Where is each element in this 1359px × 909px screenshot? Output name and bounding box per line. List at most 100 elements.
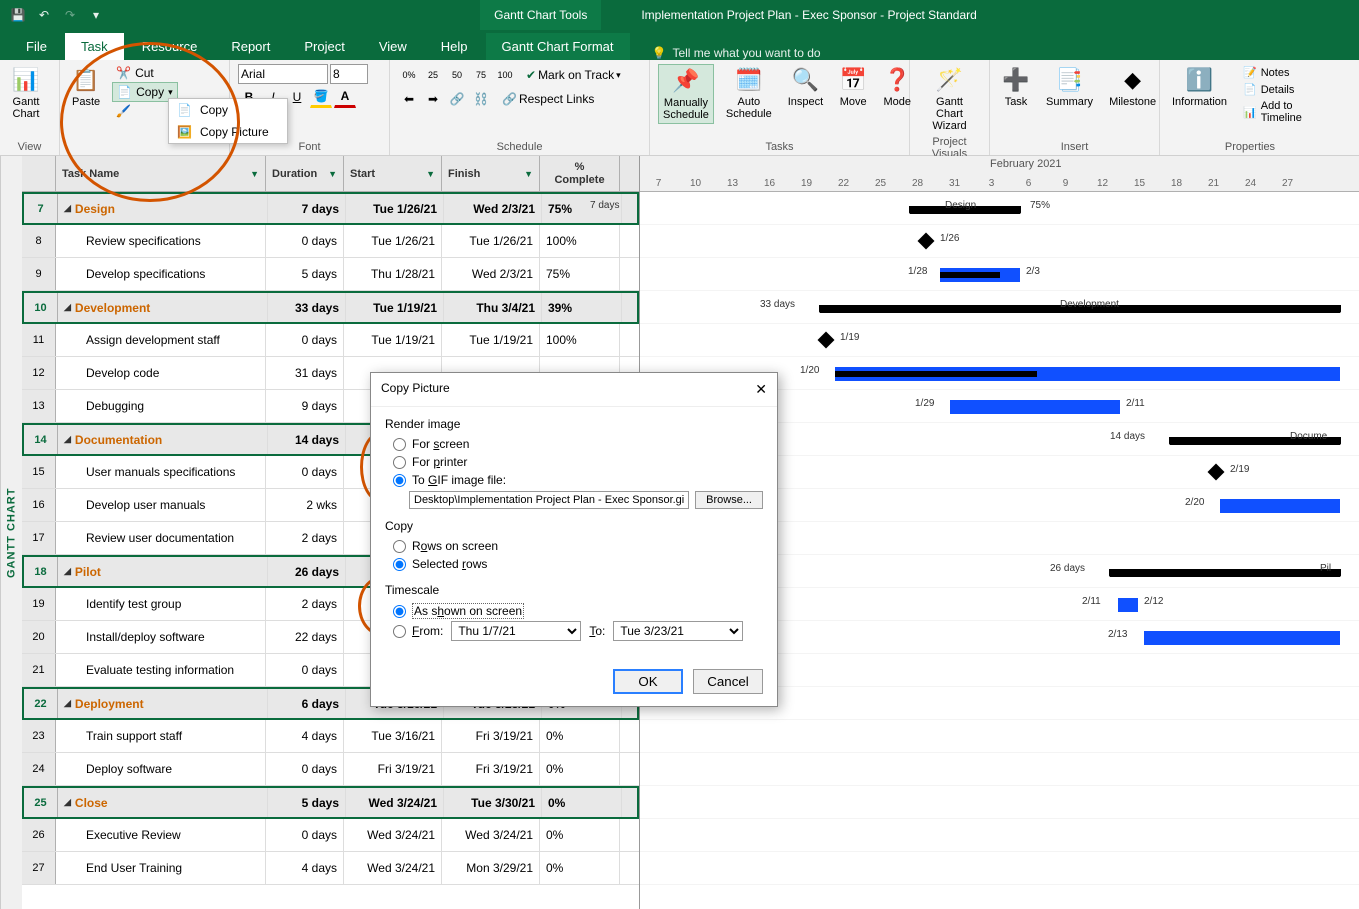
task-bar[interactable] bbox=[940, 268, 1020, 282]
tab-task[interactable]: Task bbox=[65, 33, 124, 60]
start-cell[interactable]: Wed 3/24/21 bbox=[344, 852, 442, 884]
finish-cell[interactable]: Thu 3/4/21 bbox=[444, 293, 542, 322]
row-id[interactable]: 26 bbox=[22, 819, 56, 851]
task-bar[interactable] bbox=[1220, 499, 1340, 513]
summary-bar[interactable] bbox=[1110, 569, 1340, 577]
task-bar[interactable] bbox=[1144, 631, 1340, 645]
browse-button[interactable]: Browse... bbox=[695, 491, 763, 509]
duration-cell[interactable]: 9 days bbox=[266, 390, 344, 422]
pct-cell[interactable]: 100% bbox=[540, 324, 620, 356]
start-cell[interactable]: Tue 1/19/21 bbox=[344, 324, 442, 356]
pct-cell[interactable]: 0% bbox=[540, 753, 620, 785]
details-button[interactable]: 📄Details bbox=[1239, 81, 1332, 98]
tab-help[interactable]: Help bbox=[425, 33, 484, 60]
gif-path-input[interactable] bbox=[409, 491, 689, 509]
finish-cell[interactable]: Mon 3/29/21 bbox=[442, 852, 540, 884]
task-name-cell[interactable]: Assign development staff bbox=[56, 324, 266, 356]
milestone-marker[interactable] bbox=[918, 233, 935, 250]
col-header-finish[interactable]: Finish▼ bbox=[442, 156, 540, 191]
add-to-timeline-button[interactable]: 📊Add to Timeline bbox=[1239, 98, 1332, 126]
radio-as-shown[interactable]: As shown on screen bbox=[385, 601, 763, 621]
row-id[interactable]: 17 bbox=[22, 522, 56, 554]
table-row[interactable]: 24Deploy software0 daysFri 3/19/21Fri 3/… bbox=[22, 753, 639, 786]
tab-file[interactable]: File bbox=[10, 33, 63, 60]
task-name-cell[interactable]: Review specifications bbox=[56, 225, 266, 257]
duration-cell[interactable]: 33 days bbox=[268, 293, 346, 322]
tab-gantt-chart-format[interactable]: Gantt Chart Format bbox=[486, 33, 630, 60]
ok-button[interactable]: OK bbox=[613, 669, 683, 694]
inspect-button[interactable]: 🔍Inspect bbox=[784, 64, 827, 110]
start-cell[interactable]: Thu 1/28/21 bbox=[344, 258, 442, 290]
row-id[interactable]: 25 bbox=[24, 788, 58, 817]
pct-75-button[interactable]: 75 bbox=[470, 64, 492, 86]
row-id[interactable]: 24 bbox=[22, 753, 56, 785]
insert-summary-button[interactable]: 📑Summary bbox=[1042, 64, 1097, 110]
radio-to-gif[interactable]: To GIF image file: bbox=[385, 471, 763, 489]
duration-cell[interactable]: 6 days bbox=[268, 689, 346, 718]
task-name-cell[interactable]: Develop specifications bbox=[56, 258, 266, 290]
start-cell[interactable]: Wed 3/24/21 bbox=[346, 788, 444, 817]
task-name-cell[interactable]: Install/deploy software bbox=[56, 621, 266, 653]
from-date-combo[interactable]: Thu 1/7/21 bbox=[451, 621, 581, 641]
task-name-cell[interactable]: ◢Design bbox=[58, 194, 268, 223]
table-row[interactable]: 25◢Close5 daysWed 3/24/21Tue 3/30/210% bbox=[22, 786, 639, 819]
task-name-cell[interactable]: Identify test group bbox=[56, 588, 266, 620]
finish-cell[interactable]: Tue 1/19/21 bbox=[442, 324, 540, 356]
col-header-duration[interactable]: Duration▼ bbox=[266, 156, 344, 191]
task-name-cell[interactable]: ◢Pilot bbox=[58, 557, 268, 586]
tab-view[interactable]: View bbox=[363, 33, 423, 60]
gantt-chart-button[interactable]: 📊Gantt Chart bbox=[8, 64, 44, 122]
unlink-button[interactable]: ⛓️ bbox=[470, 88, 492, 110]
start-cell[interactable]: Fri 3/19/21 bbox=[344, 753, 442, 785]
underline-button[interactable]: U bbox=[286, 86, 308, 108]
dialog-close-button[interactable]: ✕ bbox=[755, 381, 767, 398]
table-row[interactable]: 7◢Design7 daysTue 1/26/21Wed 2/3/2175% bbox=[22, 192, 639, 225]
row-id[interactable]: 16 bbox=[22, 489, 56, 521]
radio-from[interactable]: From: bbox=[393, 624, 443, 638]
task-bar[interactable] bbox=[835, 367, 1340, 381]
finish-cell[interactable]: Tue 3/30/21 bbox=[444, 788, 542, 817]
pct-25-button[interactable]: 25 bbox=[422, 64, 444, 86]
tell-me-search[interactable]: 💡 Tell me what you want to do bbox=[652, 46, 821, 60]
font-name-combo[interactable] bbox=[238, 64, 328, 84]
col-header-start[interactable]: Start▼ bbox=[344, 156, 442, 191]
duration-cell[interactable]: 4 days bbox=[266, 852, 344, 884]
col-header-pct[interactable]: %Complete bbox=[540, 156, 620, 191]
row-id[interactable]: 10 bbox=[24, 293, 58, 322]
finish-cell[interactable]: Wed 2/3/21 bbox=[444, 194, 542, 223]
finish-cell[interactable]: Tue 1/26/21 bbox=[442, 225, 540, 257]
collapse-icon[interactable]: ◢ bbox=[64, 434, 71, 445]
duration-cell[interactable]: 26 days bbox=[268, 557, 346, 586]
row-id[interactable]: 23 bbox=[22, 720, 56, 752]
milestone-marker[interactable] bbox=[1208, 464, 1225, 481]
undo-icon[interactable]: ↶ bbox=[34, 5, 54, 25]
duration-cell[interactable]: 0 days bbox=[266, 753, 344, 785]
row-id[interactable]: 8 bbox=[22, 225, 56, 257]
outdent-button[interactable]: ⬅ bbox=[398, 88, 420, 110]
collapse-icon[interactable]: ◢ bbox=[64, 566, 71, 577]
cancel-button[interactable]: Cancel bbox=[693, 669, 763, 694]
start-cell[interactable]: Tue 3/16/21 bbox=[344, 720, 442, 752]
radio-for-printer[interactable]: For printer bbox=[385, 453, 763, 471]
col-header-name[interactable]: Task Name▼ bbox=[56, 156, 266, 191]
milestone-marker[interactable] bbox=[818, 332, 835, 349]
col-header-id[interactable] bbox=[22, 156, 56, 191]
qat-customize-icon[interactable]: ▾ bbox=[86, 5, 106, 25]
move-button[interactable]: 📅Move bbox=[835, 64, 871, 110]
start-cell[interactable]: Wed 3/24/21 bbox=[344, 819, 442, 851]
task-name-cell[interactable]: Develop user manuals bbox=[56, 489, 266, 521]
notes-button[interactable]: 📝Notes bbox=[1239, 64, 1332, 81]
start-cell[interactable]: Tue 1/26/21 bbox=[344, 225, 442, 257]
table-row[interactable]: 27End User Training4 daysWed 3/24/21Mon … bbox=[22, 852, 639, 885]
collapse-icon[interactable]: ◢ bbox=[64, 698, 71, 709]
row-id[interactable]: 12 bbox=[22, 357, 56, 389]
finish-cell[interactable]: Fri 3/19/21 bbox=[442, 753, 540, 785]
task-name-cell[interactable]: Deploy software bbox=[56, 753, 266, 785]
task-name-cell[interactable]: Train support staff bbox=[56, 720, 266, 752]
gantt-wizard-button[interactable]: 🪄Gantt Chart Wizard bbox=[918, 64, 981, 134]
task-name-cell[interactable]: ◢Deployment bbox=[58, 689, 268, 718]
to-date-combo[interactable]: Tue 3/23/21 bbox=[613, 621, 743, 641]
row-id[interactable]: 15 bbox=[22, 456, 56, 488]
copy-menu-copy[interactable]: 📄Copy bbox=[169, 99, 287, 121]
duration-cell[interactable]: 0 days bbox=[266, 225, 344, 257]
